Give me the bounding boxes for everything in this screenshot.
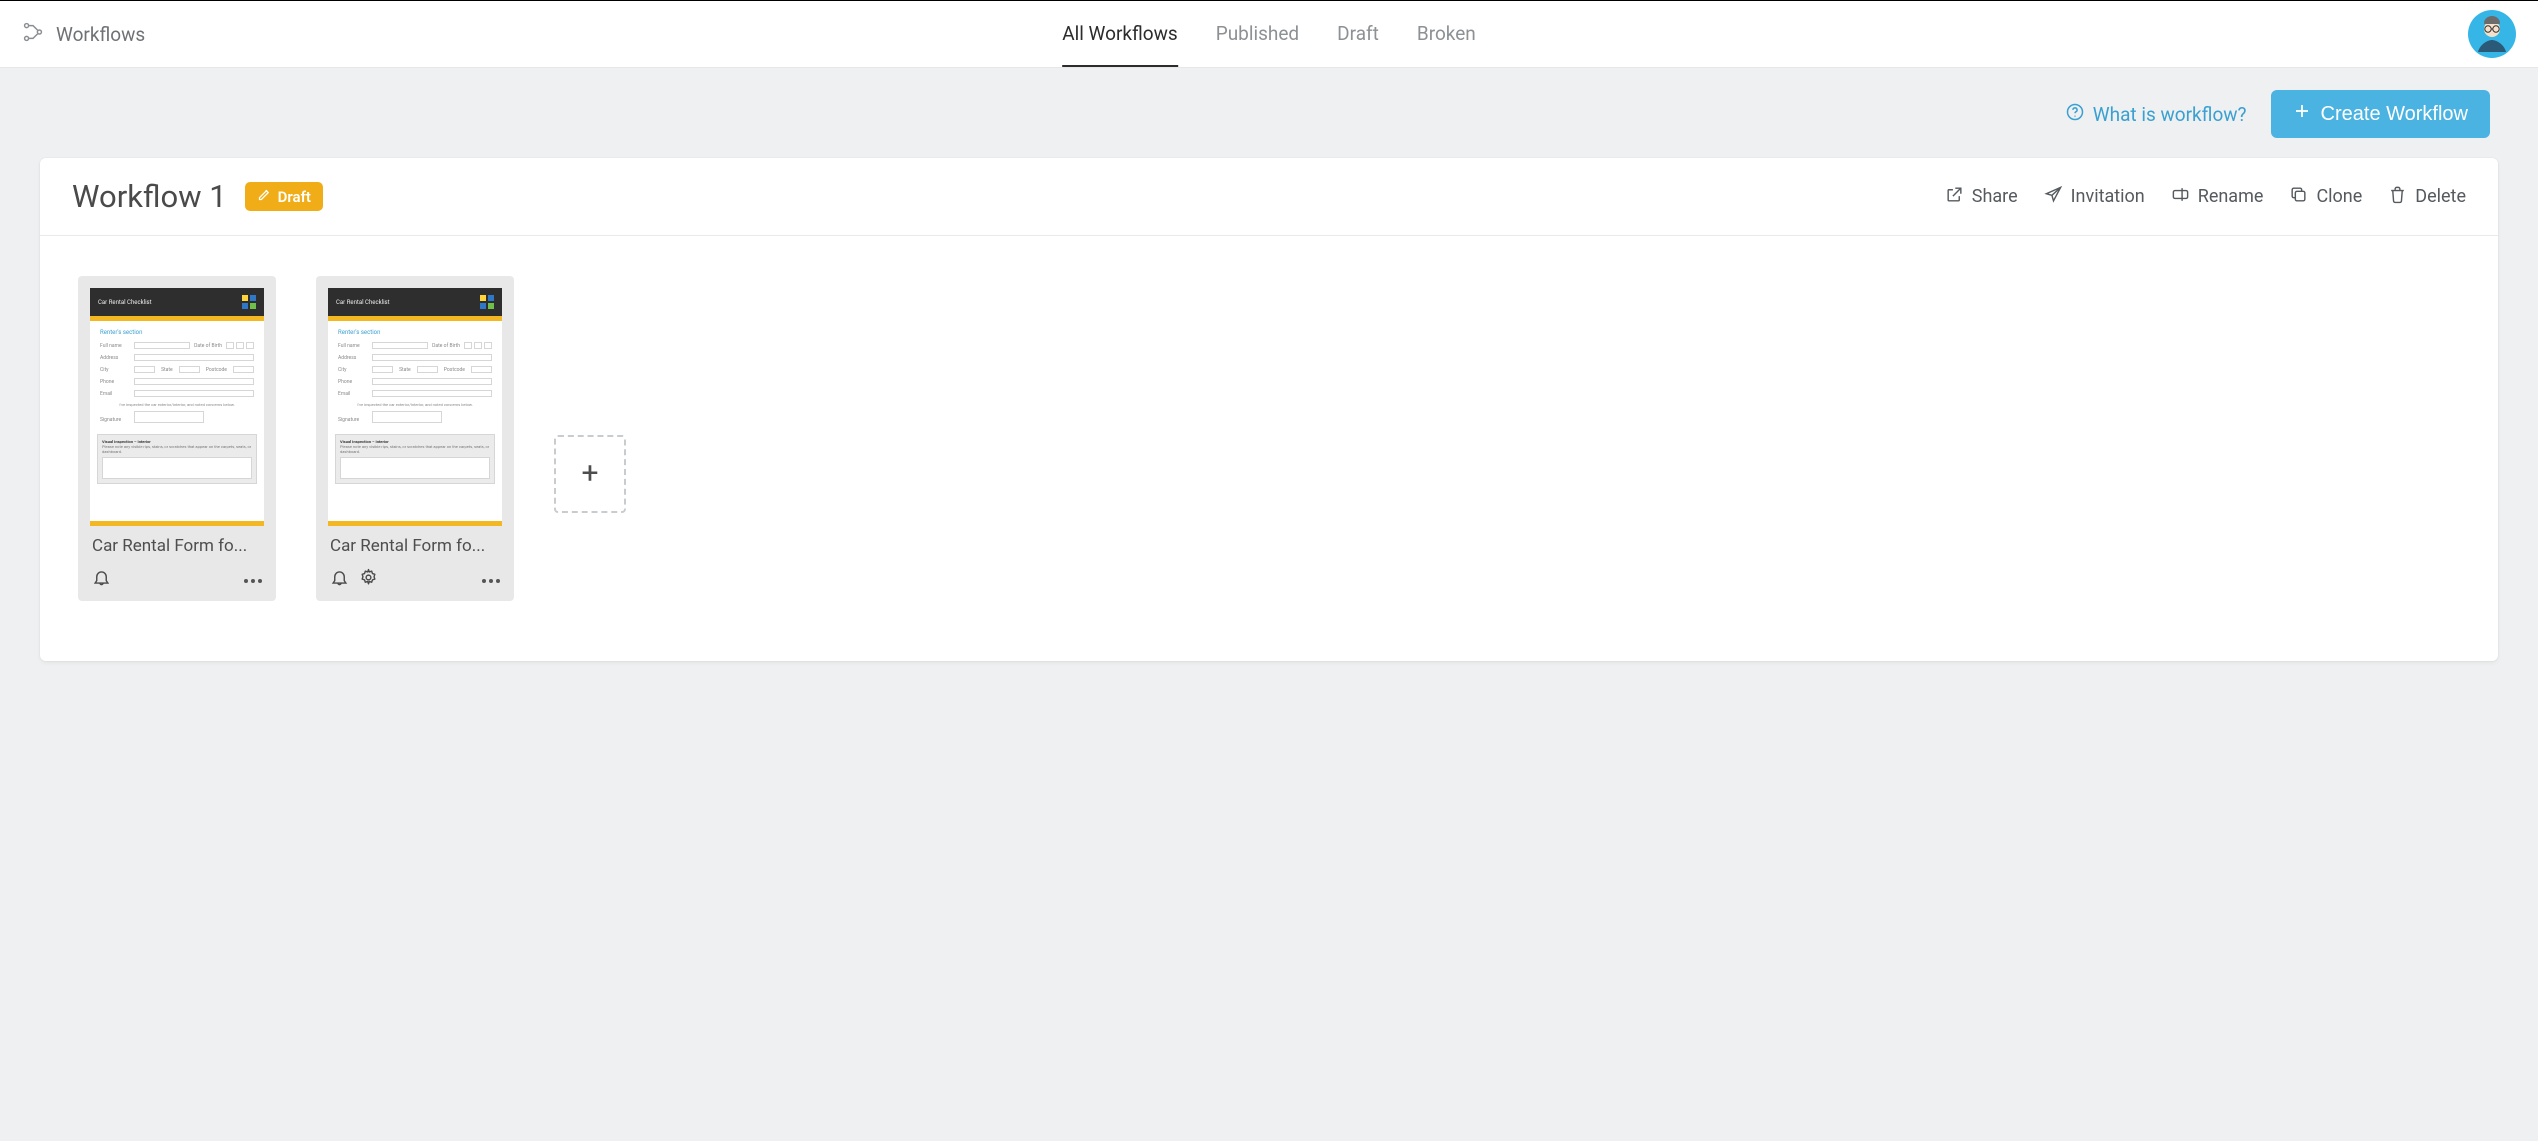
share-label: Share xyxy=(1972,186,2018,207)
clone-button[interactable]: Clone xyxy=(2289,185,2362,209)
paper-plane-icon xyxy=(2044,185,2063,209)
status-badge-label: Draft xyxy=(278,188,311,206)
workflow-title: Workflow 1 xyxy=(72,178,227,215)
invitation-button[interactable]: Invitation xyxy=(2044,185,2145,209)
clone-label: Clone xyxy=(2316,186,2362,207)
more-icon[interactable] xyxy=(244,575,262,587)
card-footer xyxy=(328,556,502,589)
tab-published[interactable]: Published xyxy=(1216,1,1299,67)
question-circle-icon xyxy=(2065,102,2085,127)
card-thumbnail: Car Rental Checklist Renter's section Fu… xyxy=(90,288,264,526)
tab-broken[interactable]: Broken xyxy=(1417,1,1476,67)
add-card-button[interactable]: + xyxy=(554,435,626,513)
card-thumbnail: Car Rental Checklist Renter's section Fu… xyxy=(328,288,502,526)
avatar[interactable] xyxy=(2468,10,2516,58)
plus-icon xyxy=(2293,102,2311,126)
create-workflow-label: Create Workflow xyxy=(2321,103,2468,126)
thumb-title: Car Rental Checklist xyxy=(98,299,152,306)
edit-icon xyxy=(257,187,272,206)
bell-icon[interactable] xyxy=(92,568,111,587)
card-footer xyxy=(90,556,264,589)
card-title: Car Rental Form fo... xyxy=(90,526,264,556)
external-link-icon xyxy=(1945,185,1964,209)
bell-icon[interactable] xyxy=(330,568,349,587)
workflow-panel: Workflow 1 Draft Share xyxy=(40,158,2498,661)
gear-icon[interactable] xyxy=(359,568,378,587)
help-link[interactable]: What is workflow? xyxy=(2065,102,2247,127)
thumb-logo-icon xyxy=(480,295,494,309)
rename-label: Rename xyxy=(2198,186,2264,207)
thumb-logo-icon xyxy=(242,295,256,309)
tab-all-workflows[interactable]: All Workflows xyxy=(1062,1,1178,67)
trash-icon xyxy=(2388,185,2407,209)
workspace: What is workflow? Create Workflow Workfl… xyxy=(0,68,2538,1141)
workflow-icon xyxy=(22,21,44,48)
status-badge: Draft xyxy=(245,182,323,211)
topbar: Workflows All Workflows Published Draft … xyxy=(0,0,2538,68)
workflow-card[interactable]: Car Rental Checklist Renter's section Fu… xyxy=(316,276,514,601)
rename-icon xyxy=(2171,185,2190,209)
clone-icon xyxy=(2289,185,2308,209)
create-workflow-button[interactable]: Create Workflow xyxy=(2271,90,2490,138)
panel-actions: Share Invitation Rename xyxy=(1945,185,2466,209)
delete-label: Delete xyxy=(2415,186,2466,207)
panel-head: Workflow 1 Draft Share xyxy=(40,158,2498,236)
brand: Workflows xyxy=(22,21,145,48)
workflow-card[interactable]: Car Rental Checklist Renter's section Fu… xyxy=(78,276,276,601)
share-button[interactable]: Share xyxy=(1945,185,2018,209)
delete-button[interactable]: Delete xyxy=(2388,185,2466,209)
card-title: Car Rental Form fo... xyxy=(328,526,502,556)
plus-icon: + xyxy=(581,456,598,491)
more-icon[interactable] xyxy=(482,575,500,587)
toolbar: What is workflow? Create Workflow xyxy=(40,68,2498,158)
tabs-nav: All Workflows Published Draft Broken xyxy=(1062,1,1476,67)
tab-draft[interactable]: Draft xyxy=(1337,1,1379,67)
help-link-label: What is workflow? xyxy=(2093,103,2247,126)
invitation-label: Invitation xyxy=(2071,186,2145,207)
brand-label: Workflows xyxy=(56,23,145,46)
rename-button[interactable]: Rename xyxy=(2171,185,2264,209)
thumb-title: Car Rental Checklist xyxy=(336,299,390,306)
cards-container: Car Rental Checklist Renter's section Fu… xyxy=(40,236,2498,661)
